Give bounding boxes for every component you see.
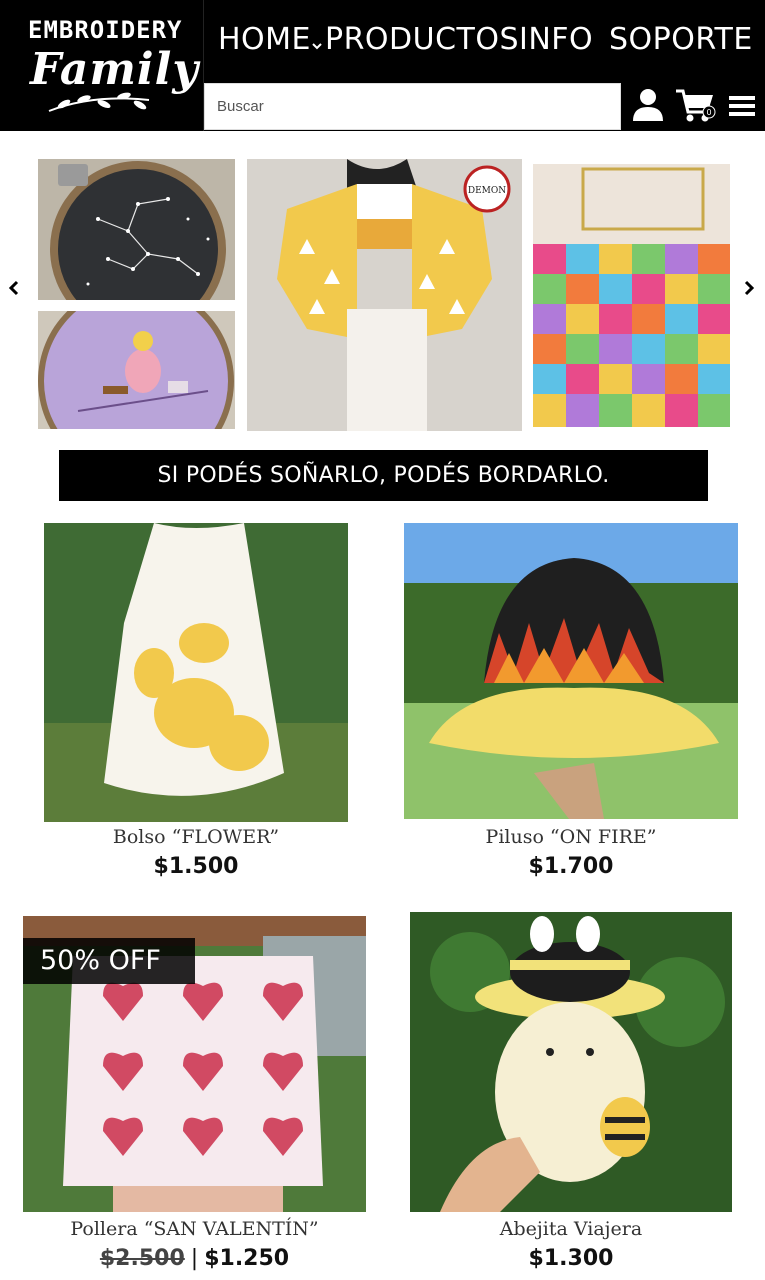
piluso-photo — [404, 523, 738, 819]
nav-soporte[interactable]: SOPORTE — [609, 22, 753, 57]
search-input[interactable] — [205, 84, 620, 129]
carousel-image-blanket[interactable] — [533, 164, 730, 427]
slogan-banner: SI PODÉS SOÑARLO, PODÉS BORDARLO. — [59, 450, 708, 501]
nav-info[interactable]: INFO — [519, 22, 593, 57]
site-header: EMBROIDERY Family HOME PRODUCTOS INFO SO… — [0, 0, 765, 131]
cart-icon[interactable]: 0 — [675, 88, 717, 124]
product-old-price: $2.500 — [99, 1246, 185, 1271]
nav-productos[interactable]: PRODUCTOS — [325, 22, 519, 57]
chevron-down-icon[interactable] — [311, 40, 323, 52]
chevron-left-icon[interactable] — [6, 278, 22, 298]
product-image-pollera[interactable]: 50% OFF — [23, 916, 366, 1212]
cardigan-photo: DEMON — [247, 159, 522, 431]
product-price: $1.250 — [204, 1246, 290, 1271]
carousel-image-constellation-embroidery[interactable] — [38, 159, 235, 300]
bolso-photo — [44, 523, 348, 822]
abejita-photo — [410, 912, 732, 1212]
product-price: $1.300 — [528, 1246, 614, 1271]
product-price: $1.500 — [153, 854, 239, 879]
leaf-branch-icon — [48, 92, 150, 112]
search-box — [204, 83, 621, 130]
constellation-hoop-image — [38, 159, 235, 300]
svg-text:DEMON: DEMON — [468, 186, 506, 196]
product-image-abejita[interactable] — [410, 912, 732, 1212]
product-price-group: $2.500 | $1.250 — [23, 1246, 366, 1271]
cart-count: 0 — [706, 108, 711, 117]
product-name[interactable]: Piluso “ON FIRE” — [404, 826, 738, 848]
blanket-photo — [533, 164, 730, 427]
product-carousel: DEMON — [0, 150, 765, 440]
main-nav: HOME PRODUCTOS INFO SOPORTE — [204, 0, 765, 82]
chevron-right-icon[interactable] — [741, 278, 757, 298]
discount-badge: 50% OFF — [23, 938, 195, 984]
nav-home[interactable]: HOME — [218, 22, 311, 57]
product-image-piluso[interactable] — [404, 523, 738, 819]
product-price: $1.700 — [528, 854, 614, 879]
logo-top-text: EMBROIDERY — [28, 16, 183, 44]
price-separator: | — [190, 1246, 199, 1271]
user-icon[interactable] — [632, 88, 664, 122]
illustration-hoop-image — [38, 311, 235, 429]
product-image-bolso[interactable] — [44, 523, 348, 822]
carousel-image-illustration-embroidery[interactable] — [38, 311, 235, 429]
product-name[interactable]: Abejita Viajera — [410, 1218, 732, 1240]
site-logo[interactable]: EMBROIDERY Family — [0, 0, 204, 131]
product-name[interactable]: Pollera “SAN VALENTÍN” — [23, 1218, 366, 1240]
carousel-image-cardigan[interactable]: DEMON — [247, 159, 522, 431]
menu-icon[interactable] — [729, 95, 755, 117]
product-name[interactable]: Bolso “FLOWER” — [44, 826, 348, 848]
